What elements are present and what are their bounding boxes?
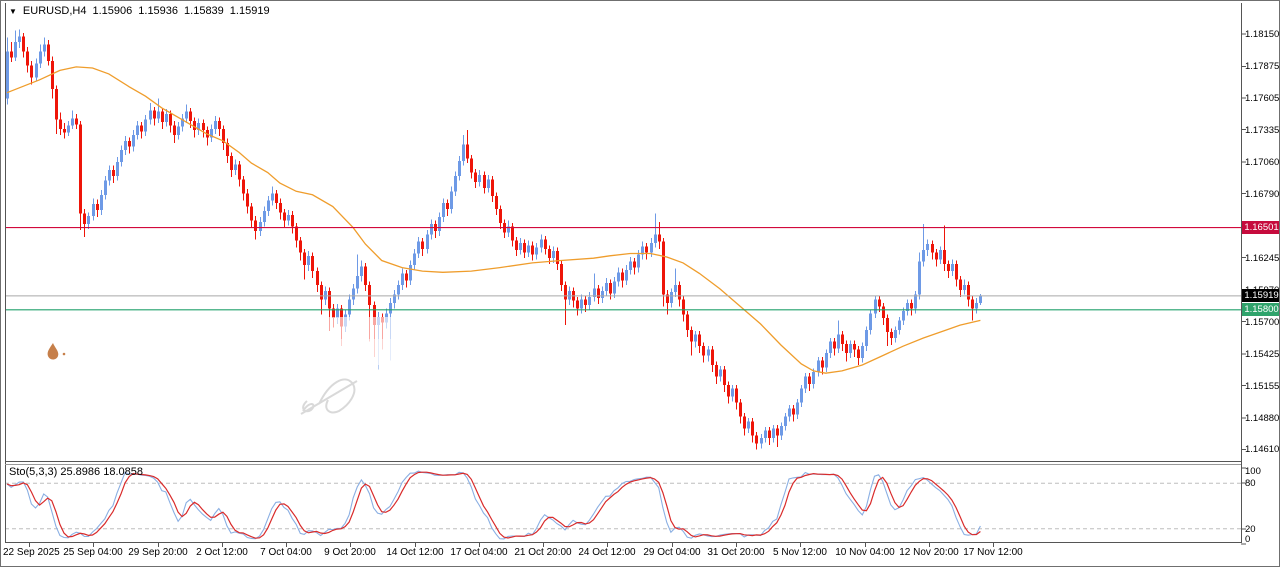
price-chart-canvas[interactable] [1, 1, 1280, 567]
symbol-period-label: EURUSD,H4 [23, 5, 87, 17]
stochastic-label: Sto(5,3,3) 25.8986 18.0858 [9, 466, 143, 478]
price-tick-label: 1.17060 [1245, 157, 1280, 168]
date-tick-label: 31 Oct 20:00 [704, 547, 768, 558]
date-tick-label: 14 Oct 12:00 [383, 547, 447, 558]
date-tick-label: 9 Oct 20:00 [318, 547, 382, 558]
price-tick-label: 1.15155 [1245, 381, 1280, 392]
flame-watermark-icon [48, 343, 66, 360]
date-tick-label: 21 Oct 20:00 [511, 547, 575, 558]
ohlc-high: 1.15936 [138, 5, 178, 17]
price-tick-label: 1.18150 [1245, 29, 1280, 40]
date-tick-label: 17 Nov 12:00 [961, 547, 1025, 558]
date-tick-label: 7 Oct 04:00 [254, 547, 318, 558]
date-tick-label: 29 Sep 20:00 [126, 547, 190, 558]
chart-header: ▼ EURUSD,H4 1.15906 1.15936 1.15839 1.15919 [9, 5, 270, 17]
price-badge: 1.16501 [1242, 221, 1280, 234]
price-tick-label: 1.16245 [1245, 253, 1280, 264]
price-tick-label: 1.15700 [1245, 317, 1280, 328]
price-tick-label: 1.17605 [1245, 93, 1280, 104]
price-tick-label: 1.14880 [1245, 413, 1280, 424]
date-tick-label: 25 Sep 04:00 [61, 547, 125, 558]
price-badge: 1.15919 [1242, 289, 1280, 302]
ohlc-open: 1.15906 [93, 5, 133, 17]
date-tick-label: 17 Oct 04:00 [447, 547, 511, 558]
chart-window: ▼ EURUSD,H4 1.15906 1.15936 1.15839 1.15919… [0, 0, 1280, 567]
price-tick-label: 1.17875 [1245, 61, 1280, 72]
sto-tick-label: 80 [1245, 478, 1275, 489]
chevron-down-icon[interactable]: ▼ [9, 6, 17, 17]
price-tick-label: 1.15425 [1245, 349, 1280, 360]
date-tick-label: 22 Sep 2025 [3, 547, 60, 558]
sto-tick-label: 0 [1245, 534, 1275, 545]
price-badge: 1.15800 [1242, 303, 1280, 316]
date-tick-label: 2 Oct 12:00 [190, 547, 254, 558]
date-tick-label: 29 Oct 04:00 [640, 547, 704, 558]
date-tick-label: 10 Nov 04:00 [833, 547, 897, 558]
price-tick-label: 1.16790 [1245, 189, 1280, 200]
price-tick-label: 1.14610 [1245, 444, 1280, 455]
date-tick-label: 5 Nov 12:00 [768, 547, 832, 558]
stochastic-signal-value: 18.0858 [103, 466, 143, 478]
sto-tick-label: 100 [1245, 466, 1275, 477]
ohlc-low: 1.15839 [184, 5, 224, 17]
stochastic-pane[interactable] [5, 471, 1241, 539]
stochastic-main-value: 25.8986 [60, 466, 100, 478]
date-tick-label: 12 Nov 20:00 [897, 547, 961, 558]
main-pane[interactable] [5, 29, 1241, 449]
ohlc-close: 1.15919 [230, 5, 270, 17]
date-tick-label: 24 Oct 12:00 [575, 547, 639, 558]
price-tick-label: 1.17335 [1245, 125, 1280, 136]
candlestick-series [6, 29, 982, 449]
stochastic-name: Sto(5,3,3) [9, 466, 57, 478]
